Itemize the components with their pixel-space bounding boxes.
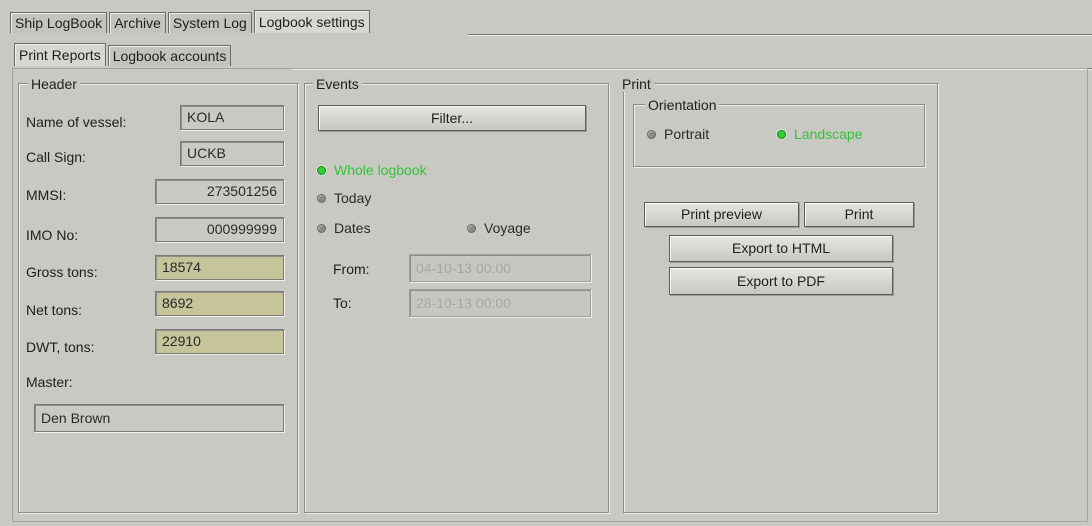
to-label: To: — [333, 295, 352, 311]
dwt-label: DWT, tons: — [26, 339, 95, 355]
mmsi-field[interactable]: 273501256 — [155, 179, 284, 204]
imo-field[interactable]: 000999999 — [155, 217, 284, 242]
print-preview-button[interactable]: Print preview — [644, 202, 799, 227]
vessel-name-field[interactable]: KOLA — [180, 105, 284, 130]
events-legend: Events — [313, 76, 362, 92]
tab-print-reports[interactable]: Print Reports — [14, 43, 106, 66]
print-button[interactable]: Print — [804, 202, 914, 227]
radio-dates[interactable]: Dates — [317, 220, 371, 236]
radio-voyage[interactable]: Voyage — [467, 220, 531, 236]
net-tons-label: Net tons: — [26, 302, 83, 318]
export-pdf-button[interactable]: Export to PDF — [669, 267, 893, 295]
gross-tons-field[interactable]: 18574 — [155, 255, 284, 280]
radio-dates-label: Dates — [334, 220, 371, 236]
radio-portrait[interactable]: Portrait — [647, 126, 709, 142]
radio-dot-icon — [317, 193, 326, 203]
radio-dot-icon — [647, 129, 656, 139]
radio-today[interactable]: Today — [317, 190, 371, 206]
vessel-name-label: Name of vessel: — [26, 114, 127, 130]
radio-landscape-label: Landscape — [794, 126, 863, 142]
tab-divider — [468, 34, 1092, 36]
tab-archive[interactable]: Archive — [109, 12, 166, 33]
tab-ship-logbook[interactable]: Ship LogBook — [10, 12, 108, 33]
from-label: From: — [333, 261, 370, 277]
main-tab-bar: Ship LogBook Archive System Log Logbook … — [10, 10, 372, 34]
radio-dot-icon — [467, 223, 476, 233]
tab-logbook-accounts[interactable]: Logbook accounts — [107, 45, 232, 66]
from-date-field[interactable]: 04-10-13 00:00 — [409, 254, 591, 282]
radio-whole-logbook[interactable]: Whole logbook — [317, 162, 427, 178]
radio-landscape[interactable]: Landscape — [777, 126, 863, 142]
header-legend: Header — [28, 76, 80, 92]
export-html-button[interactable]: Export to HTML — [669, 235, 893, 262]
radio-whole-logbook-label: Whole logbook — [334, 162, 427, 178]
radio-dot-icon — [777, 129, 786, 139]
print-legend: Print — [619, 76, 654, 92]
master-field[interactable]: Den Brown — [34, 404, 284, 432]
radio-voyage-label: Voyage — [484, 220, 531, 236]
call-sign-label: Call Sign: — [26, 149, 86, 165]
to-date-field[interactable]: 28-10-13 00:00 — [409, 289, 591, 317]
call-sign-field[interactable]: UCKB — [180, 141, 284, 166]
tab-logbook-settings[interactable]: Logbook settings — [253, 10, 370, 33]
sub-tab-bar: Print Reports Logbook accounts — [14, 43, 233, 66]
imo-label: IMO No: — [26, 227, 79, 243]
orientation-legend: Orientation — [645, 97, 720, 113]
master-label: Master: — [26, 374, 73, 390]
radio-today-label: Today — [334, 190, 372, 206]
net-tons-field[interactable]: 8692 — [155, 291, 284, 316]
dwt-field[interactable]: 22910 — [155, 329, 284, 354]
tab-system-log[interactable]: System Log — [167, 12, 252, 33]
gross-tons-label: Gross tons: — [26, 264, 98, 280]
radio-dot-icon — [317, 165, 326, 175]
radio-portrait-label: Portrait — [664, 126, 710, 142]
mmsi-label: MMSI: — [26, 187, 67, 203]
radio-dot-icon — [317, 223, 326, 233]
filter-button[interactable]: Filter... — [318, 105, 586, 131]
